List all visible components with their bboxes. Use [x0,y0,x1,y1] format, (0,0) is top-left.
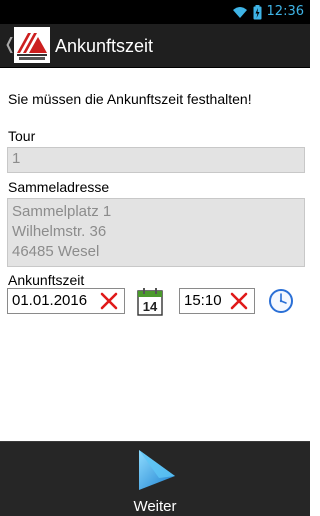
address-label: Sammeladresse [8,179,110,195]
date-value: 01.01.2016 [12,292,88,309]
status-time: 12:36 [266,4,304,19]
next-button-label: Weiter [133,498,177,515]
tour-label: Tour [8,128,36,144]
action-bar: ❬ Ankunftszeit [0,24,310,68]
tour-value: 1 [12,150,21,167]
bottom-bar: Weiter [0,441,310,516]
instruction-message: Sie müssen die Ankunftszeit festhalten! [8,91,252,107]
clear-time-icon[interactable] [229,291,249,311]
address-line: 46485 Wesel [12,243,100,260]
calendar-day: 14 [143,299,158,314]
address-line: Wilhelmstr. 36 [12,223,107,240]
arrival-label: Ankunftszeit [8,272,85,288]
next-button[interactable]: Weiter [0,442,310,516]
screen: 12:36 ❬ Ankunftszeit Sie müssen die Anku… [0,0,310,516]
page-title: Ankunftszeit [55,36,154,56]
play-arrow-icon [139,450,175,490]
address-field: Sammelplatz 1 Wilhelmstr. 36 46485 Wesel [7,198,305,267]
form-content: Sie müssen die Ankunftszeit festhalten! … [0,69,310,441]
clock-icon[interactable] [268,288,294,314]
address-line: Sammelplatz 1 [12,203,112,220]
status-icons: 12:36 [232,4,304,20]
app-logo-icon[interactable] [14,27,50,63]
battery-charging-icon [253,4,262,19]
tour-field: 1 [7,147,305,173]
calendar-icon[interactable]: 14 [137,288,163,316]
status-bar: 12:36 [0,0,310,24]
time-value: 15:10 [184,292,222,309]
clear-date-icon[interactable] [99,291,119,311]
wifi-icon [232,7,247,18]
